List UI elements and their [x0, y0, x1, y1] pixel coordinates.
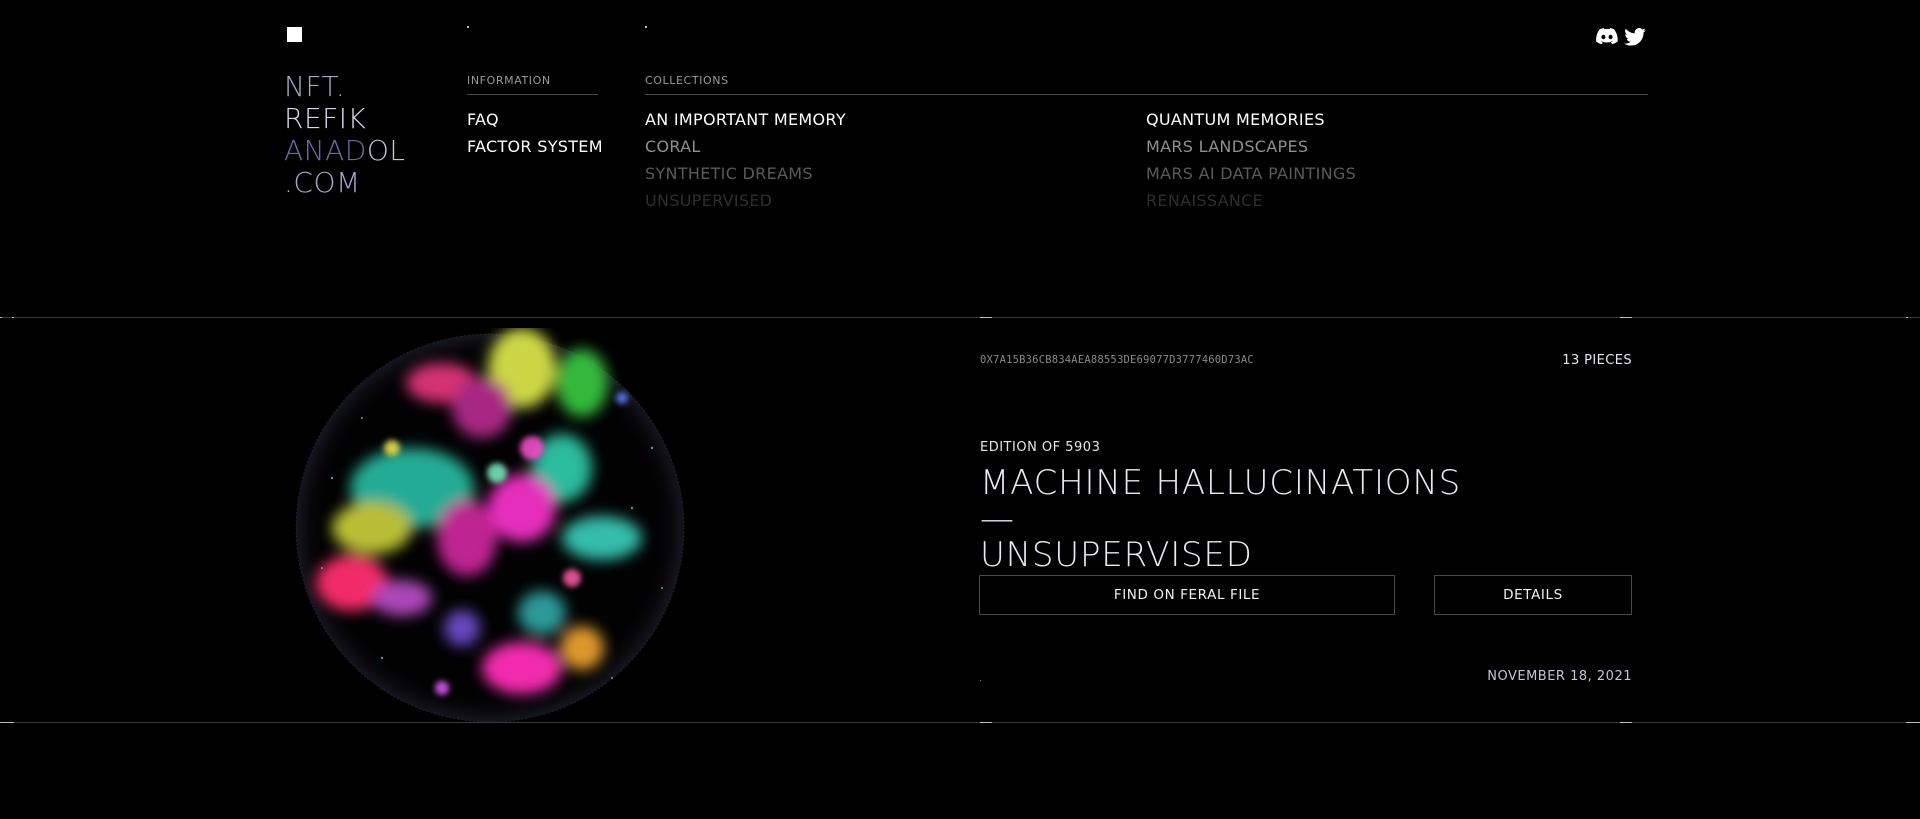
section-bottom-border — [0, 722, 1920, 723]
nav-link-an-important-memory[interactable]: AN IMPORTANT MEMORY — [645, 110, 846, 129]
border-tick — [1620, 722, 1632, 723]
logo-line-anadol-part1: ANAD — [284, 134, 367, 167]
border-tick — [1906, 317, 1908, 318]
nav-link-faq[interactable]: FAQ — [467, 110, 499, 129]
menu-toggle-icon[interactable] — [287, 27, 302, 42]
section-top-border — [0, 317, 1920, 318]
details-button[interactable]: DETAILS — [1434, 575, 1632, 615]
decorative-dot — [645, 26, 647, 28]
nav-link-quantum-memories[interactable]: QUANTUM MEMORIES — [1146, 110, 1325, 129]
decorative-dot — [467, 26, 469, 28]
information-divider — [467, 94, 598, 95]
border-tick — [0, 722, 14, 723]
nav-link-factor-system[interactable]: FACTOR SYSTEM — [467, 137, 603, 156]
nav-link-mars-ai-data-paintings[interactable]: MARS AI DATA PAINTINGS — [1146, 164, 1356, 183]
logo-line-nft: NFT. — [284, 70, 346, 103]
decorative-dot — [980, 680, 981, 681]
information-heading: INFORMATION — [467, 74, 551, 87]
nav-link-mars-landscapes[interactable]: MARS LANDSCAPES — [1146, 137, 1308, 156]
collections-divider — [645, 94, 1648, 95]
logo-line-refik: REFIK — [284, 102, 367, 135]
artwork-image[interactable] — [292, 328, 688, 724]
nav-link-coral[interactable]: CORAL — [645, 137, 701, 156]
find-on-feral-file-button[interactable]: FIND ON FERAL FILE — [979, 575, 1395, 615]
collections-heading: COLLECTIONS — [645, 74, 729, 87]
twitter-icon[interactable] — [1624, 28, 1646, 46]
release-date: NOVEMBER 18, 2021 — [1487, 669, 1632, 684]
nav-link-renaissance[interactable]: RENAISSANCE — [1146, 191, 1263, 210]
collection-title-line1: MACHINE HALLUCINATIONS — — [980, 463, 1461, 539]
details-label: DETAILS — [1503, 587, 1563, 603]
border-tick — [980, 317, 992, 318]
contract-address[interactable]: 0X7A15B36CB834AEA88553DE69077D3777460D73… — [980, 354, 1254, 366]
collection-title: MACHINE HALLUCINATIONS — UNSUPERVISED — [980, 465, 1500, 573]
pieces-count: 13 PIECES — [1562, 353, 1632, 368]
collection-title-line2: UNSUPERVISED — [980, 535, 1253, 575]
discord-icon[interactable] — [1596, 28, 1618, 46]
border-tick — [0, 317, 2, 318]
edition-label: EDITION OF 5903 — [980, 440, 1101, 455]
find-on-feral-file-label: FIND ON FERAL FILE — [1113, 587, 1261, 603]
nav-link-synthetic-dreams[interactable]: SYNTHETIC DREAMS — [645, 164, 813, 183]
border-tick — [1620, 317, 1632, 318]
page: NFT. REFIK ANADOL .COM INFORMATION FAQ F… — [0, 0, 1920, 819]
nav-link-unsupervised[interactable]: UNSUPERVISED — [645, 191, 772, 210]
border-tick — [980, 722, 992, 723]
logo-line-anadol: ANADOL — [284, 135, 405, 167]
border-tick — [1906, 722, 1920, 723]
site-logo[interactable]: NFT. REFIK ANADOL .COM — [284, 71, 405, 199]
logo-line-com: .COM — [284, 166, 361, 199]
border-tick — [12, 317, 14, 318]
logo-line-anadol-part2: OL — [366, 134, 406, 167]
